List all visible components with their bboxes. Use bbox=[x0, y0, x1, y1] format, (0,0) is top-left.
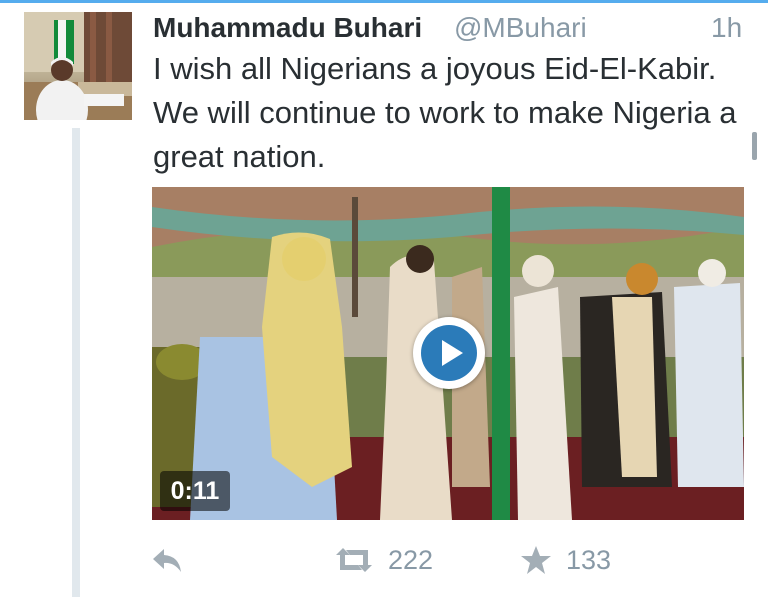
avatar[interactable] bbox=[24, 12, 132, 120]
play-triangle bbox=[442, 340, 463, 366]
favorite-button[interactable]: 133 bbox=[520, 538, 611, 582]
scrollbar-thumb[interactable] bbox=[752, 132, 757, 160]
retweet-count: 222 bbox=[388, 544, 434, 575]
tweet-timestamp[interactable]: 1h bbox=[711, 12, 742, 44]
play-icon bbox=[421, 325, 477, 381]
star-icon bbox=[521, 546, 551, 574]
reply-button[interactable] bbox=[150, 538, 184, 582]
favorite-count: 133 bbox=[566, 544, 612, 575]
tweet-text: I wish all Nigerians a joyous Eid-El-Kab… bbox=[153, 51, 737, 174]
conversation-thread-line bbox=[72, 128, 80, 597]
author-name[interactable]: Muhammadu Buhari bbox=[153, 12, 422, 44]
retweet-button[interactable]: 222 bbox=[334, 538, 433, 582]
video-duration-badge: 0:11 bbox=[160, 471, 230, 511]
author-handle[interactable]: @MBuhari bbox=[454, 12, 587, 44]
reply-icon bbox=[153, 549, 181, 572]
top-accent-bar bbox=[0, 0, 768, 3]
retweet-icon bbox=[336, 548, 372, 572]
play-button[interactable] bbox=[413, 317, 485, 389]
avatar-photo bbox=[24, 12, 132, 120]
